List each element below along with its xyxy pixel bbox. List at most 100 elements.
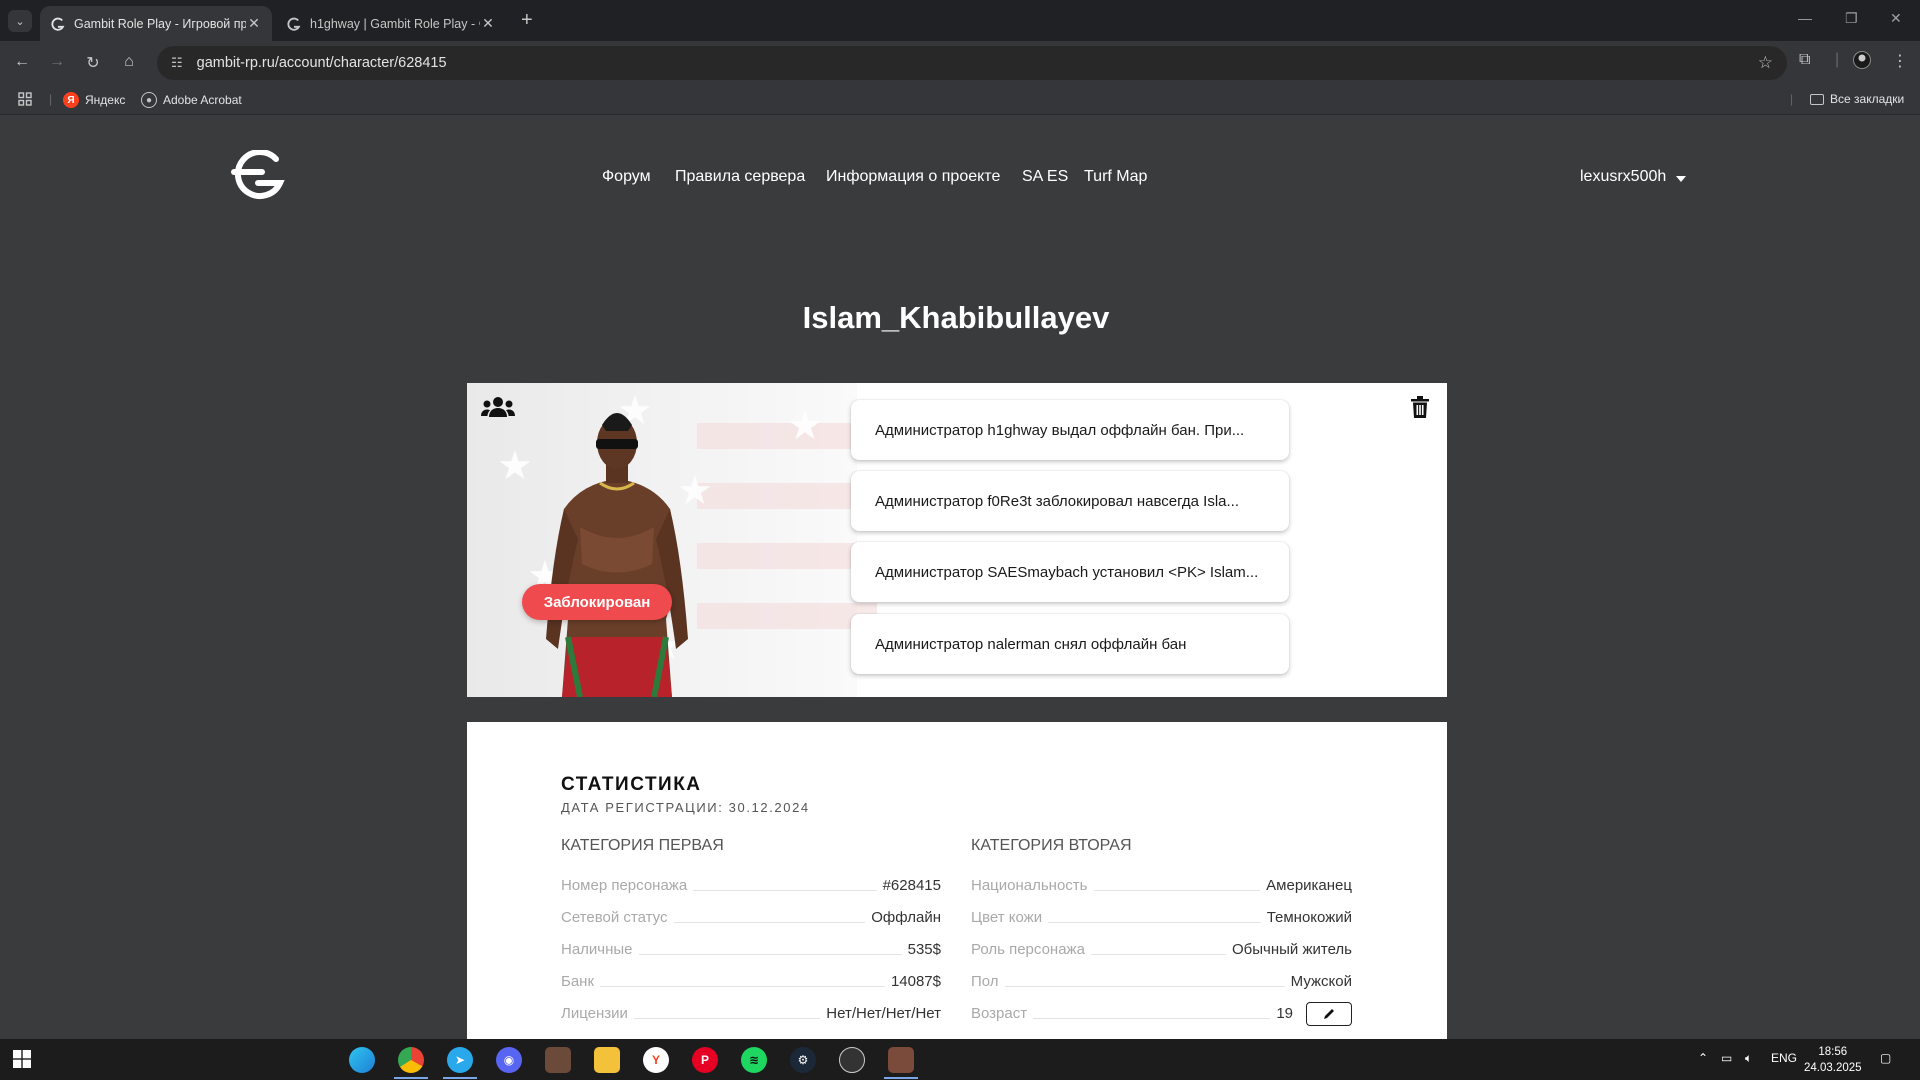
stat-label: Наличные bbox=[561, 941, 633, 958]
stat-row-bank: Банк 14087$ bbox=[561, 970, 941, 990]
window-close-icon[interactable]: ✕ bbox=[1890, 10, 1902, 27]
users-group-icon[interactable] bbox=[481, 395, 515, 419]
system-clock[interactable]: 18:56 24.03.2025 bbox=[1804, 1044, 1862, 1076]
category-two-title: КАТЕГОРИЯ ВТОРАЯ bbox=[971, 837, 1132, 854]
spotify-icon[interactable]: ≋ bbox=[741, 1047, 767, 1073]
stat-value: Обычный житель bbox=[1232, 941, 1352, 958]
nav-project-info[interactable]: Информация о проекте bbox=[826, 168, 1000, 186]
bookmark-label: Яндекс bbox=[85, 93, 126, 107]
stat-value: 14087$ bbox=[890, 973, 941, 990]
windows-start-icon[interactable] bbox=[13, 1050, 31, 1068]
stat-label: Банк bbox=[561, 973, 595, 990]
stat-label: Цвет кожи bbox=[971, 909, 1043, 926]
stat-value: #628415 bbox=[882, 877, 941, 894]
punishment-log-item[interactable]: Администратор f0Re3t заблокировал навсег… bbox=[851, 471, 1289, 531]
profile-avatar-icon[interactable] bbox=[1853, 51, 1871, 74]
pinterest-icon[interactable]: P bbox=[692, 1047, 718, 1073]
menu-kebab-icon[interactable]: ⋮ bbox=[1892, 51, 1908, 71]
minimize-icon[interactable]: — bbox=[1798, 10, 1812, 26]
stat-value: Темнокожий bbox=[1266, 909, 1352, 926]
gambit-logo[interactable] bbox=[228, 149, 288, 202]
stat-value: Мужской bbox=[1290, 973, 1352, 990]
language-indicator[interactable]: ENG bbox=[1771, 1051, 1797, 1065]
tab-title: Gambit Role Play - Игровой пр bbox=[74, 16, 246, 31]
windows-taskbar: ➤ ◉ Y P ≋ ⚙ ⌃ ▭ 🔈︎ ENG 18:56 24.03.2025 … bbox=[0, 1039, 1920, 1080]
reload-icon[interactable]: ↻ bbox=[83, 53, 103, 73]
address-bar[interactable]: ☷ gambit-rp.ru/account/character/628415 … bbox=[157, 46, 1787, 80]
edge-icon[interactable] bbox=[349, 1047, 375, 1073]
chrome-icon[interactable] bbox=[398, 1047, 424, 1073]
yandex-icon: Я bbox=[63, 92, 79, 108]
tab-gambit-role-play[interactable]: Gambit Role Play - Игровой пр ✕ bbox=[40, 6, 272, 41]
tab-close-icon[interactable]: ✕ bbox=[480, 15, 496, 32]
tab-close-icon[interactable]: ✕ bbox=[246, 15, 262, 32]
stat-label: Национальность bbox=[971, 877, 1088, 894]
stat-label: Лицензии bbox=[561, 1005, 628, 1022]
bookmark-yandex[interactable]: Я Яндекс bbox=[63, 92, 125, 108]
url-text[interactable]: gambit-rp.ru/account/character/628415 bbox=[197, 55, 447, 71]
stat-value: Нет/Нет/Нет/Нет bbox=[826, 1005, 941, 1022]
notifications-icon[interactable]: ▢ bbox=[1880, 1051, 1891, 1065]
network-icon[interactable]: ▭ bbox=[1721, 1051, 1732, 1065]
bookmarks-divider: | bbox=[49, 92, 53, 106]
gta-samp-icon[interactable] bbox=[888, 1047, 914, 1073]
stat-row-character-role: Роль персонажа Обычный житель bbox=[971, 938, 1352, 958]
back-arrow-icon[interactable]: ← bbox=[12, 53, 32, 71]
extensions-puzzle-icon[interactable]: ⧉ bbox=[1799, 51, 1810, 69]
pencil-icon bbox=[1324, 1009, 1334, 1019]
volume-icon[interactable]: 🔈︎ bbox=[1745, 1051, 1752, 1066]
bookmark-adobe-acrobat[interactable]: ● Adobe Acrobat bbox=[141, 92, 242, 108]
registration-date: ДАТА РЕГИСТРАЦИИ: 30.12.2024 bbox=[561, 800, 810, 815]
folder-icon bbox=[1810, 93, 1824, 105]
obs-icon[interactable] bbox=[839, 1047, 865, 1073]
apps-grid-icon[interactable] bbox=[18, 92, 32, 106]
browser-tab-strip: ⌄ Gambit Role Play - Игровой пр ✕ h1ghwa… bbox=[0, 0, 1920, 41]
forward-arrow-icon[interactable]: → bbox=[47, 53, 67, 71]
browser-toolbar: ← → ↻ ⌂ ☷ gambit-rp.ru/account/character… bbox=[0, 41, 1920, 85]
home-icon[interactable]: ⌂ bbox=[119, 53, 139, 71]
globe-icon: ● bbox=[141, 92, 157, 108]
game-launcher-icon[interactable] bbox=[545, 1047, 571, 1073]
all-bookmarks[interactable]: Все закладки bbox=[1810, 92, 1904, 106]
stat-row-cash: Наличные 535$ bbox=[561, 938, 941, 958]
bookmark-star-icon[interactable]: ☆ bbox=[1758, 53, 1773, 73]
restore-icon[interactable]: ❐ bbox=[1845, 10, 1858, 27]
stat-label: Сетевой статус bbox=[561, 909, 668, 926]
punishment-log-item[interactable]: Администратор h1ghway выдал оффлайн бан.… bbox=[851, 400, 1289, 460]
stat-row-nationality: Национальность Американец bbox=[971, 874, 1352, 894]
nav-forum[interactable]: Форум bbox=[602, 168, 651, 186]
toolbar-divider: | bbox=[1835, 51, 1840, 68]
stat-row-network-status: Сетевой статус Оффлайн bbox=[561, 906, 941, 926]
nav-sa-es[interactable]: SA ES bbox=[1022, 168, 1068, 186]
discord-icon[interactable]: ◉ bbox=[496, 1047, 522, 1073]
gambit-favicon-icon bbox=[286, 16, 302, 32]
tray-chevron-up-icon[interactable]: ⌃ bbox=[1698, 1051, 1708, 1065]
gambit-favicon-icon bbox=[50, 16, 66, 32]
nav-server-rules[interactable]: Правила сервера bbox=[675, 168, 805, 186]
telegram-icon[interactable]: ➤ bbox=[447, 1047, 473, 1073]
page-scrollbar[interactable] bbox=[1912, 116, 1920, 1039]
site-info-icon[interactable]: ☷ bbox=[171, 55, 183, 71]
nav-turf-map[interactable]: Turf Map bbox=[1084, 168, 1147, 186]
new-tab-plus-icon[interactable]: + bbox=[521, 10, 533, 30]
trash-icon[interactable] bbox=[1411, 396, 1429, 418]
character-name: Islam_Khabibullayev bbox=[802, 300, 1110, 335]
stat-row-licenses: Лицензии Нет/Нет/Нет/Нет bbox=[561, 1002, 941, 1022]
user-menu[interactable]: lexusrx500h bbox=[1580, 168, 1687, 186]
stat-value: Американец bbox=[1266, 877, 1352, 894]
bookmarks-divider: | bbox=[1790, 92, 1794, 106]
punishment-log-item[interactable]: Администратор nalerman снял оффлайн бан bbox=[851, 614, 1289, 674]
punishment-log-item[interactable]: Администратор SAESmaybach установил <PK>… bbox=[851, 542, 1289, 602]
yandex-browser-icon[interactable]: Y bbox=[643, 1047, 669, 1073]
edit-age-button[interactable] bbox=[1306, 1002, 1352, 1026]
tab-search-chevron-icon[interactable]: ⌄ bbox=[8, 10, 32, 32]
username: lexusrx500h bbox=[1580, 168, 1667, 185]
file-explorer-icon[interactable] bbox=[594, 1047, 620, 1073]
stat-row-age: Возраст 19 bbox=[971, 1002, 1293, 1022]
stat-row-gender: Пол Мужской bbox=[971, 970, 1352, 990]
category-one-title: КАТЕГОРИЯ ПЕРВАЯ bbox=[561, 837, 724, 854]
character-card: ★ ★ ★ ★ ★ ★ Заб bbox=[467, 383, 1447, 697]
steam-icon[interactable]: ⚙ bbox=[790, 1047, 816, 1073]
tab-h1ghway-forum[interactable]: h1ghway | Gambit Role Play - Ф ✕ bbox=[276, 6, 506, 41]
statistics-title: СТАТИСТИКА bbox=[561, 774, 702, 795]
